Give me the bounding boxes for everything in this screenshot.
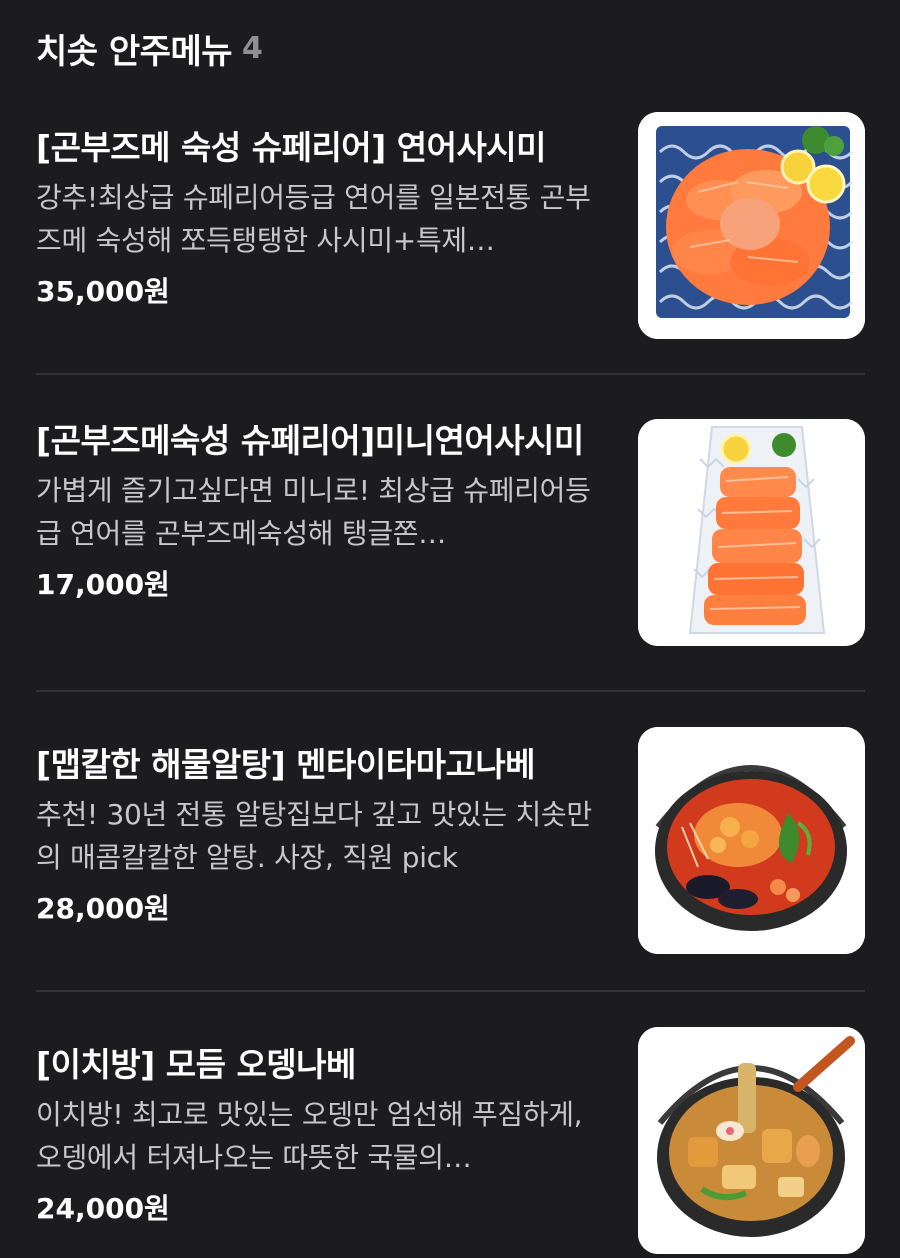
menu-item-description: 가볍게 즐기고싶다면 미니로! 최상급 슈페리어등급 연어를 곤부즈메숙성해 탱… (36, 474, 591, 550)
item-divider (36, 373, 865, 375)
menu-item-text: [이치방] 모듬 오뎅나베 이치방! 최고로 맛있는 오뎅만 엄선해 푸짐하게,… (36, 1041, 606, 1229)
menu-item-name: [이치방] 모듬 오뎅나베 (36, 1045, 356, 1084)
menu-item-description: 강추!최상급 슈페리어등급 연어를 일본전통 곤부즈메 숙성해 쪼득탱탱한 사시… (36, 181, 591, 257)
menu-item-name: [곤부즈메 숙성 슈페리어] 연어사시미 (36, 128, 547, 167)
section-header: 치솟 안주메뉴 4 (36, 24, 263, 72)
menu-item-salmon-sashimi[interactable]: [곤부즈메 숙성 슈페리어] 연어사시미 강추!최상급 슈페리어등급 연어를 일… (36, 112, 865, 339)
section-item-count: 4 (242, 30, 263, 66)
section-title: 치솟 안주메뉴 (36, 31, 233, 72)
mini-salmon-sashimi-photo (638, 419, 865, 646)
oden-nabe-photo (638, 1027, 865, 1254)
menu-item-description: 이치방! 최고로 맛있는 오뎅만 엄선해 푸짐하게, 오뎅에서 터져나오는 따뜻… (36, 1098, 583, 1174)
menu-item-text: [곤부즈메숙성 슈페리어]미니연어사시미 가볍게 즐기고싶다면 미니로! 최상급… (36, 417, 606, 605)
menu-item-text: [맵칼한 해물알탕] 멘타이타마고나베 추천! 30년 전통 알탕집보다 깊고 … (36, 741, 606, 929)
menu-item-oden-nabe[interactable]: [이치방] 모듬 오뎅나베 이치방! 최고로 맛있는 오뎅만 엄선해 푸짐하게,… (36, 1027, 865, 1254)
menu-item-price: 28,000원 (36, 892, 170, 925)
menu-item-mentai-tamago-nabe[interactable]: [맵칼한 해물알탕] 멘타이타마고나베 추천! 30년 전통 알탕집보다 깊고 … (36, 727, 865, 954)
salmon-sashimi-photo (638, 112, 865, 339)
item-divider (36, 990, 865, 992)
menu-item-price: 17,000원 (36, 568, 170, 601)
menu-item-price: 24,000원 (36, 1192, 170, 1225)
mentai-tamago-nabe-photo (638, 727, 865, 954)
menu-item-description: 추천! 30년 전통 알탕집보다 깊고 맛있는 치솟만의 매콤칼칼한 알탕. 사… (36, 798, 592, 874)
menu-item-text: [곤부즈메 숙성 슈페리어] 연어사시미 강추!최상급 슈페리어등급 연어를 일… (36, 124, 606, 312)
menu-item-name: [곤부즈메숙성 슈페리어]미니연어사시미 (36, 421, 584, 460)
menu-item-price: 35,000원 (36, 275, 170, 308)
menu-item-name: [맵칼한 해물알탕] 멘타이타마고나베 (36, 745, 536, 784)
item-divider (36, 690, 865, 692)
menu-item-mini-salmon-sashimi[interactable]: [곤부즈메숙성 슈페리어]미니연어사시미 가볍게 즐기고싶다면 미니로! 최상급… (36, 419, 865, 646)
